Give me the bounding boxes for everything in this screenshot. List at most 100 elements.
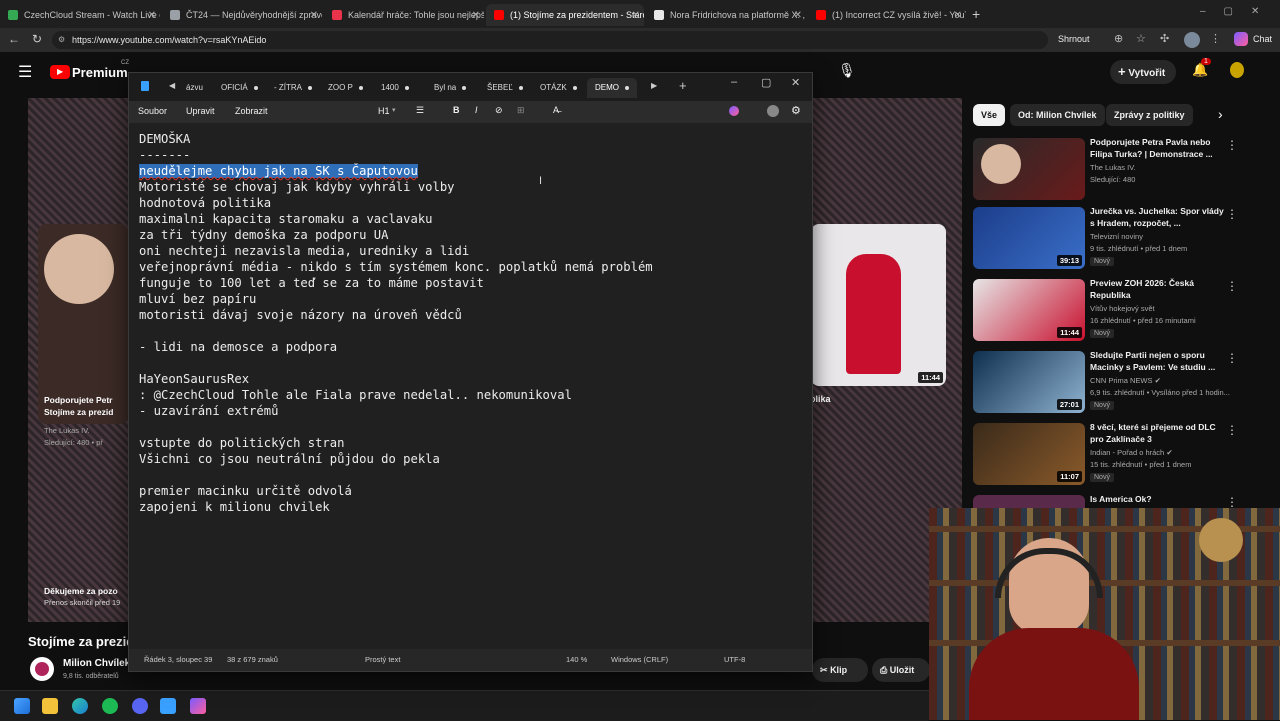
- new-tab-icon[interactable]: +: [972, 6, 980, 22]
- video-channel[interactable]: Indian - Pořad o hrách ✔: [1090, 448, 1173, 457]
- bottom-card-title[interactable]: Děkujeme za pozo: [44, 586, 118, 596]
- file-explorer-icon[interactable]: [42, 698, 58, 714]
- heading-dropdown[interactable]: H1: [378, 106, 390, 116]
- more-options-icon[interactable]: ⋮: [1226, 423, 1238, 437]
- browser-tab-active[interactable]: (1) Stojíme za prezidentem - Staro ✕: [486, 4, 644, 26]
- video-thumbnail[interactable]: 39:13: [973, 207, 1085, 269]
- clip-button[interactable]: ✂ Klip: [812, 658, 868, 682]
- more-options-icon[interactable]: ⋮: [1226, 279, 1238, 293]
- italic-icon[interactable]: I: [475, 105, 478, 115]
- back-icon[interactable]: ←: [8, 32, 20, 46]
- video-channel[interactable]: Televizní noviny: [1090, 232, 1143, 241]
- windows-start-icon[interactable]: [14, 698, 30, 714]
- youtube-logo-text[interactable]: Premium: [72, 65, 128, 80]
- reload-icon[interactable]: ↻: [32, 32, 42, 46]
- close-icon[interactable]: ✕: [791, 76, 800, 89]
- left-card-title[interactable]: Podporujete Petr Stojíme za prezid: [44, 394, 113, 418]
- translate-icon[interactable]: ⊕: [1114, 32, 1123, 45]
- account-avatar[interactable]: [767, 105, 779, 117]
- new-tab-icon[interactable]: +: [679, 78, 687, 93]
- notepad-tab[interactable]: OFICIÁ: [221, 78, 258, 98]
- notepad-text-area[interactable]: DEMOŠKA ------- neudělejme chybu jak na SK…: [139, 131, 799, 515]
- close-icon[interactable]: ✕: [472, 10, 480, 21]
- notepad-tab[interactable]: Byl na: [434, 78, 467, 98]
- close-icon[interactable]: ✕: [954, 10, 962, 21]
- microphone-icon[interactable]: 🎙: [838, 62, 856, 79]
- bold-icon[interactable]: B: [453, 105, 460, 115]
- hamburger-menu-icon[interactable]: ☰: [18, 62, 32, 82]
- browser-tab[interactable]: CzechCloud Stream - Watch Live o ✕: [0, 4, 160, 26]
- text-format[interactable]: Prostý text: [365, 655, 400, 664]
- chip-from-channel[interactable]: Od: Milion Chvílek: [1010, 104, 1105, 126]
- scroll-left-icon[interactable]: ◀: [169, 81, 175, 90]
- notepad-icon[interactable]: [160, 698, 176, 714]
- recommendation-item[interactable]: 11:44 Preview ZOH 2026: Česká Republika …: [973, 277, 1273, 347]
- video-title-link[interactable]: Jurečka vs. Juchelka: Spor vlády s Hrade…: [1090, 205, 1230, 229]
- encoding[interactable]: UTF-8: [724, 655, 745, 664]
- browser-tab[interactable]: Nora Fridrichova na platformě X: , ✕: [646, 4, 806, 26]
- zoom-level[interactable]: 140 %: [566, 655, 587, 664]
- more-options-icon[interactable]: ⋮: [1226, 351, 1238, 365]
- video-title-link[interactable]: Podporujete Petra Pavla nebo Filipa Turk…: [1090, 136, 1230, 160]
- notepad-tab-active[interactable]: DEMO: [587, 78, 637, 98]
- line-endings[interactable]: Windows (CRLF): [611, 655, 668, 664]
- menu-view[interactable]: Zobrazit: [235, 106, 268, 116]
- minimize-icon[interactable]: –: [731, 76, 737, 88]
- clear-formatting-icon[interactable]: A̶: [553, 105, 559, 115]
- summary-button[interactable]: Shrnout: [1058, 34, 1090, 44]
- recommendation-item[interactable]: 39:13 Jurečka vs. Juchelka: Spor vlády s…: [973, 205, 1273, 275]
- notepad-tab[interactable]: OTÁZK: [540, 78, 577, 98]
- notepad-tab[interactable]: ázvu: [186, 78, 203, 98]
- scroll-right-icon[interactable]: ▶: [651, 81, 657, 90]
- create-button[interactable]: + Vytvořit: [1110, 60, 1176, 84]
- more-options-icon[interactable]: ⋮: [1226, 495, 1238, 509]
- edge-browser-icon[interactable]: [72, 698, 88, 714]
- video-thumbnail[interactable]: 11:07: [973, 423, 1085, 485]
- save-button[interactable]: ⎙ Uložit: [872, 658, 930, 682]
- bookmark-icon[interactable]: ☆: [1136, 32, 1146, 45]
- notepad-tab[interactable]: ŠEBEĽ: [487, 78, 523, 98]
- close-icon[interactable]: ✕: [310, 10, 318, 21]
- chip-politics[interactable]: Zprávy z politiky: [1106, 104, 1193, 126]
- recommendation-item[interactable]: Is America Ok? ⋮: [973, 495, 1273, 509]
- right-card-title[interactable]: olika: [810, 394, 831, 404]
- copilot-icon[interactable]: [1234, 32, 1248, 46]
- spotify-icon[interactable]: [102, 698, 118, 714]
- video-thumbnail[interactable]: 11:44: [973, 279, 1085, 341]
- video-channel[interactable]: Vítův hokejový svět: [1090, 304, 1155, 313]
- profile-avatar[interactable]: [1184, 32, 1200, 48]
- more-options-icon[interactable]: ⋮: [1226, 138, 1238, 152]
- window-controls[interactable]: –▢✕: [1200, 6, 1277, 17]
- video-thumbnail[interactable]: [973, 495, 1085, 509]
- chevron-right-icon[interactable]: ›: [1218, 106, 1223, 122]
- notepad-tab[interactable]: - ZÍTRA: [274, 78, 312, 98]
- notepad-tab[interactable]: 1400: [381, 78, 409, 98]
- close-icon[interactable]: ✕: [794, 10, 802, 21]
- list-icon[interactable]: ☰: [416, 105, 424, 116]
- recommendation-item[interactable]: 11:07 8 věcí, které si přejeme od DLC pr…: [973, 422, 1273, 491]
- link-icon[interactable]: ⊘: [495, 105, 503, 116]
- settings-gear-icon[interactable]: ⚙: [791, 104, 801, 117]
- recommendation-item[interactable]: Podporujete Petra Pavla nebo Filipa Turk…: [973, 136, 1273, 206]
- close-icon[interactable]: ✕: [148, 10, 156, 21]
- more-options-icon[interactable]: ⋮: [1226, 207, 1238, 221]
- browser-tab[interactable]: (1) Incorrect CZ vysílá živě! - YouT ✕: [808, 4, 966, 26]
- chip-all[interactable]: Vše: [973, 104, 1006, 126]
- site-info-icon[interactable]: ⚙: [58, 31, 65, 49]
- menu-edit[interactable]: Upravit: [186, 106, 215, 116]
- copilot-icon[interactable]: [729, 106, 739, 116]
- browser-tab[interactable]: Kalendář hráče: Tohle jsou nejlepš ✕: [324, 4, 484, 26]
- notepad-tab[interactable]: ZOO P: [328, 78, 363, 98]
- account-avatar[interactable]: [1230, 62, 1244, 78]
- channel-name[interactable]: Milion Chvílek: [63, 658, 130, 669]
- video-title-link[interactable]: Preview ZOH 2026: Česká Republika: [1090, 277, 1230, 301]
- extensions-icon[interactable]: ✣: [1160, 32, 1169, 45]
- table-icon[interactable]: ⊞: [517, 105, 525, 116]
- menu-icon[interactable]: ⋮: [1210, 32, 1221, 45]
- chat-button[interactable]: Chat: [1253, 34, 1272, 44]
- maximize-icon[interactable]: ▢: [761, 76, 771, 89]
- video-thumbnail[interactable]: 27:01: [973, 351, 1085, 413]
- browser-tab[interactable]: ČT24 — Nejdůvěryhodnější zpravo ✕: [162, 4, 322, 26]
- video-title-link[interactable]: Sledujte Partii nejen o sporu Macinky s …: [1090, 349, 1230, 373]
- video-channel[interactable]: CNN Prima NEWS ✔: [1090, 376, 1161, 385]
